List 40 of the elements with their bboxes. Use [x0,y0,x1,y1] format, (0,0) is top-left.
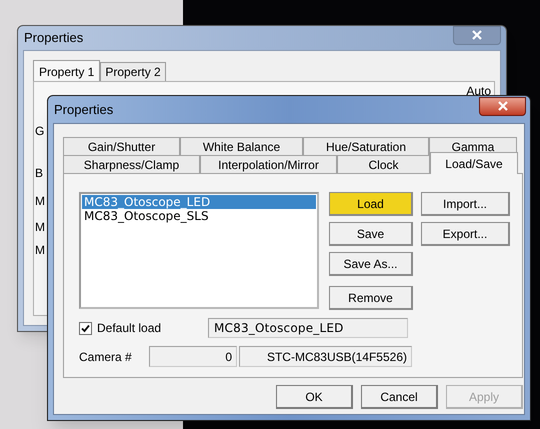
partial-label: B [35,165,44,182]
button[interactable]: Cancel [361,385,438,409]
button[interactable]: Export... [421,222,510,246]
button[interactable]: Remove [329,286,413,310]
tab[interactable]: Property 1 [33,60,100,82]
close-button[interactable] [453,26,501,44]
tab[interactable]: Property 2 [100,62,166,81]
partial-label: M [35,193,45,210]
column-label: Auto [466,83,491,100]
tab[interactable]: Load/Save [430,152,518,174]
tab[interactable]: Interpolation/Mirror [200,155,337,173]
button[interactable]: Import... [421,192,510,216]
close-button[interactable] [479,96,526,116]
tab[interactable]: Clock [337,155,430,173]
partial-label: M [35,219,45,236]
button: Apply [446,385,523,409]
checkbox[interactable] [79,322,92,334]
preset-list[interactable]: MC83_Otoscope_LED MC83_Otoscope_SLS [79,192,319,309]
tab[interactable]: White Balance [180,137,303,155]
button[interactable]: OK [276,385,353,409]
window-title: Properties [24,29,84,48]
partial-label: G [35,123,44,140]
button[interactable]: Save As... [329,252,413,276]
close-icon [498,101,508,111]
tab[interactable]: Hue/Saturation [303,137,429,155]
button[interactable]: Save [329,222,413,246]
button[interactable]: Load [329,192,413,216]
camera-label: Camera # [79,348,133,366]
list-item[interactable]: MC83_Otoscope_SLS [82,209,316,223]
list-item[interactable]: MC83_Otoscope_LED [82,195,316,209]
default-load-field: MC83_Otoscope_LED [208,318,408,338]
partial-label: M [35,242,45,259]
check-icon [81,324,90,332]
tab[interactable]: Gain/Shutter [63,137,180,155]
camera-model-field: STC-MC83USB(14F5526) [239,346,412,367]
checkbox-label[interactable]: Default load [97,319,208,337]
camera-number-field: 0 [149,346,237,367]
tab[interactable]: Sharpness/Clamp [63,155,200,173]
window-title: Properties [54,100,114,119]
close-icon [472,30,482,40]
